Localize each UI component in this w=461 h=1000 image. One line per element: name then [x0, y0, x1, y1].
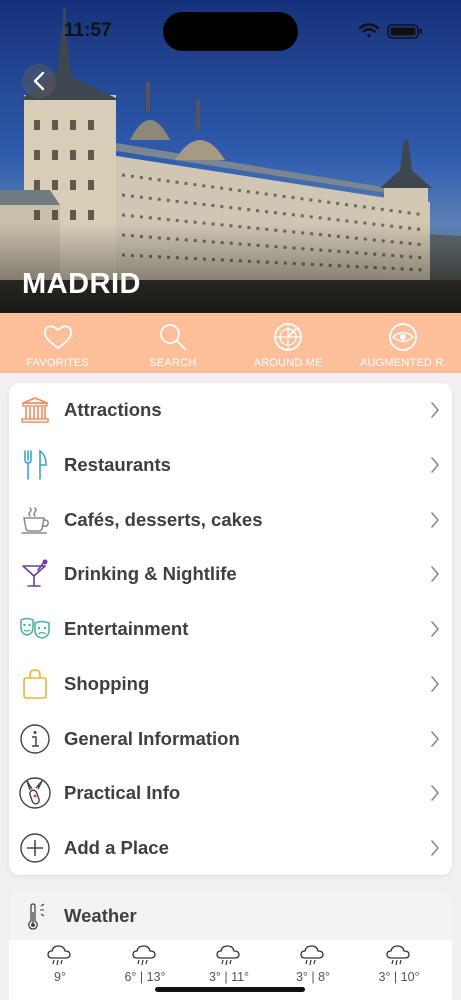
- forecast-day: 3° | 8°: [283, 944, 343, 984]
- cutlery-icon: [18, 448, 52, 482]
- menu-item-general-information[interactable]: General Information: [9, 711, 452, 766]
- menu-item-attractions[interactable]: Attractions: [9, 383, 452, 438]
- chevron-right-icon: [431, 566, 439, 583]
- menu-label: Practical Info: [64, 782, 181, 804]
- forecast-day: 6° | 13°: [115, 944, 175, 984]
- monument-icon: [18, 393, 52, 427]
- chevron-right-icon: [431, 785, 439, 802]
- chevron-right-icon: [431, 840, 439, 856]
- favorites-label: FAVORITES: [26, 357, 89, 369]
- menu-label: Cafés, desserts, cakes: [64, 508, 263, 530]
- forecast-day: 9°: [30, 944, 90, 984]
- search-label: SEARCH: [149, 357, 197, 369]
- chevron-right-icon: [431, 730, 439, 747]
- plus-circle-icon: [18, 831, 52, 865]
- menu-label: Shopping: [64, 672, 150, 694]
- rain-cloud-icon: [300, 945, 324, 966]
- menu-item-drinking-nightlife[interactable]: Drinking & Nightlife: [9, 547, 452, 602]
- around-me-label: AROUND ME: [253, 357, 323, 369]
- rain-cloud-icon: [216, 945, 240, 966]
- coffee-cup-icon: [18, 503, 52, 537]
- weather-header: Weather: [9, 892, 452, 940]
- chevron-right-icon: [431, 457, 439, 473]
- search-icon: [159, 324, 186, 350]
- menu-item-cafes[interactable]: Cafés, desserts, cakes: [9, 492, 452, 547]
- dynamic-island: [163, 12, 298, 51]
- menu-label: Attractions: [64, 399, 162, 421]
- chevron-left-icon: [33, 71, 45, 91]
- forecast-temp: 3° | 10°: [378, 970, 420, 984]
- shopping-bag-icon: [18, 667, 52, 701]
- augmented-reality-label: AUGMENTED R.: [360, 357, 447, 369]
- menu-item-add-place[interactable]: Add a Place: [9, 821, 452, 876]
- back-button[interactable]: [22, 64, 56, 98]
- home-indicator: [155, 987, 305, 992]
- around-me-button[interactable]: AROUND ME: [231, 313, 346, 373]
- swiss-knife-icon: [18, 776, 52, 810]
- menu-label: Restaurants: [64, 454, 171, 476]
- weather-card[interactable]: Weather 9° 6° | 13° 3° | 11° 3° | 8° 3° …: [9, 892, 452, 1000]
- battery-icon: [387, 24, 422, 39]
- forecast-day: 3° | 10°: [369, 944, 429, 984]
- chevron-right-icon: [431, 621, 439, 637]
- action-toolbar: FAVORITES SEARCH AROUND ME AUGMENTED R.: [0, 313, 461, 373]
- forecast-day: 3° | 11°: [199, 944, 259, 984]
- menu-item-practical-info[interactable]: Practical Info: [9, 766, 452, 821]
- wifi-icon: [358, 23, 380, 38]
- theater-masks-icon: [18, 612, 52, 646]
- menu-item-restaurants[interactable]: Restaurants: [9, 438, 452, 493]
- weather-title: Weather: [64, 905, 137, 926]
- eye-icon: [389, 323, 418, 351]
- menu-item-entertainment[interactable]: Entertainment: [9, 602, 452, 657]
- rain-cloud-icon: [132, 945, 156, 966]
- forecast-temp: 3° | 11°: [208, 970, 250, 984]
- forecast-temp: 6° | 13°: [124, 970, 166, 984]
- status-time: 11:57: [64, 20, 112, 41]
- category-menu: Attractions Restaurants Cafés, desserts,…: [9, 383, 452, 875]
- heart-icon: [43, 325, 72, 349]
- info-icon: [18, 722, 52, 756]
- thermometer-icon: [28, 903, 45, 930]
- status-icons: [358, 23, 422, 39]
- chevron-right-icon: [431, 676, 439, 692]
- cocktail-icon: [18, 557, 52, 591]
- menu-label: Drinking & Nightlife: [64, 563, 237, 585]
- radar-icon: [274, 323, 303, 351]
- menu-label: Add a Place: [64, 836, 169, 858]
- search-button[interactable]: SEARCH: [115, 313, 230, 373]
- city-title: MADRID: [22, 268, 141, 300]
- forecast-temp: 3° | 8°: [295, 970, 331, 984]
- rain-cloud-icon: [386, 945, 410, 966]
- menu-label: Entertainment: [64, 618, 189, 640]
- chevron-right-icon: [431, 511, 439, 528]
- favorites-button[interactable]: FAVORITES: [0, 313, 115, 373]
- menu-label: General Information: [64, 727, 240, 749]
- augmented-reality-button[interactable]: AUGMENTED R.: [346, 313, 461, 373]
- forecast-temp: 9°: [54, 970, 66, 984]
- rain-cloud-icon: [47, 945, 71, 966]
- chevron-right-icon: [431, 402, 439, 419]
- menu-item-shopping[interactable]: Shopping: [9, 657, 452, 712]
